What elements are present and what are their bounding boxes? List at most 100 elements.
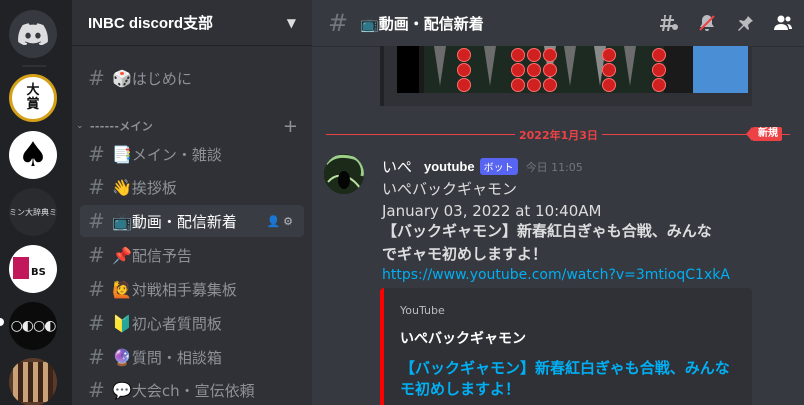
author-source[interactable]: youtube	[424, 159, 475, 174]
board-point	[624, 46, 636, 86]
channel-label: はじめに	[131, 69, 192, 88]
channel-opponent-recruit[interactable]: # 🙋 対戦相手募集板	[80, 273, 304, 305]
discord-logo-icon	[18, 23, 48, 45]
checker	[457, 78, 471, 92]
hash-icon: #	[88, 311, 105, 335]
hash-icon: #	[88, 243, 105, 267]
checker	[511, 63, 525, 77]
channel-emoji: 🎲	[112, 68, 132, 88]
category-main[interactable]: ⌄ ------メイン +	[72, 116, 312, 137]
unread-indicator	[0, 318, 4, 326]
channel-tournament[interactable]: # 💬 大会ch・宣伝依頼	[80, 374, 304, 405]
bot-tag: ボット	[479, 158, 518, 175]
board-edge	[397, 46, 419, 93]
message-line: いぺバックギャモン	[382, 180, 518, 198]
checker	[652, 48, 666, 62]
home-button[interactable]	[9, 10, 57, 58]
embed-title[interactable]: 【バックギャモン】新春紅白ぎゃも合戦、みんなモ初めしますよ！	[400, 358, 740, 400]
channel-emoji: 🔮	[112, 347, 132, 367]
server-dots[interactable]: ○◐○◐	[9, 302, 57, 350]
checker	[527, 48, 541, 62]
avatar[interactable]	[324, 154, 364, 194]
channel-beginner-questions[interactable]: # 🔰 初心者質問板	[80, 307, 304, 339]
message-link[interactable]: https://www.youtube.com/watch?v=3mtioqC1…	[382, 267, 730, 283]
notification-muted-icon[interactable]	[696, 12, 718, 34]
checker	[543, 78, 557, 92]
channel-hajimeni[interactable]: # 🎲 はじめに	[80, 62, 304, 94]
channel-questions-box[interactable]: # 🔮 質問・相談箱	[80, 341, 304, 373]
checker	[602, 63, 616, 77]
server-label: 大 賞	[26, 83, 40, 112]
checker	[602, 48, 616, 62]
channel-label: 初心者質問板	[131, 314, 222, 333]
message-line: でギャモ初めしますよ！	[382, 245, 548, 263]
add-channel-icon[interactable]: +	[283, 116, 298, 137]
avatar-image	[324, 154, 364, 194]
channel-label: 大会ch・宣伝依頼	[131, 381, 255, 400]
channel-emoji: 👋	[112, 177, 132, 197]
hash-icon: #	[88, 175, 105, 199]
checker	[527, 63, 541, 77]
hash-icon: #	[88, 66, 105, 90]
dots-logo-icon: ○◐○◐	[10, 318, 57, 334]
channel-emoji: 🔰	[112, 313, 132, 333]
channel-label: 対戦相手募集板	[131, 280, 237, 299]
previous-embed-thumbnail[interactable]	[397, 46, 748, 93]
board-point	[564, 46, 576, 86]
channel-video-updates[interactable]: # 📺 動画・配信新着 👤⚙	[80, 205, 304, 237]
channel-greeting[interactable]: # 👋 挨拶板	[80, 171, 304, 203]
channel-label: 質問・相談箱	[131, 348, 222, 367]
hash-icon: #	[328, 9, 349, 37]
channel-emoji: 🙋	[112, 279, 132, 299]
board-logo-icon	[13, 362, 53, 402]
header-toolbar	[658, 12, 794, 34]
new-badge: 新規	[746, 127, 782, 141]
divider-date: 2022年1月3日	[515, 127, 602, 143]
board-point	[434, 46, 446, 86]
channel-emoji: 💬	[112, 380, 132, 400]
channel-emoji: 📺	[112, 211, 132, 231]
threads-icon[interactable]	[658, 12, 680, 34]
guild-name: INBC discord支部	[88, 15, 214, 32]
channel-label: 動画・配信新着	[131, 212, 237, 231]
embed-provider[interactable]: YouTube	[400, 304, 445, 317]
hash-icon: #	[88, 378, 105, 402]
chat-header: # 📺動画・配信新着	[312, 0, 804, 46]
checker	[527, 78, 541, 92]
server-taisho[interactable]: 大 賞	[9, 74, 57, 122]
checker	[543, 63, 557, 77]
discord-app: 大 賞 ♠ ミン大辞典ミ BS ○◐○◐ INBC discord支部 ▼ # …	[0, 0, 804, 405]
invite-settings-icon[interactable]: 👤⚙	[266, 215, 296, 228]
server-bs[interactable]: BS	[9, 245, 57, 293]
youtube-embed: YouTube いぺバックギャモン 【バックギャモン】新春紅白ぎゃも合戦、みんな…	[380, 288, 752, 405]
server-board[interactable]	[9, 358, 57, 405]
pin-icon[interactable]	[734, 12, 756, 34]
checker	[543, 48, 557, 62]
spade-icon: ♠	[17, 135, 49, 175]
channel-stream-notice[interactable]: # 📌 配信予告	[80, 239, 304, 271]
channel-main-chat[interactable]: # 📑 メイン・雑談	[80, 138, 304, 170]
checker	[652, 63, 666, 77]
embed-author[interactable]: いぺバックギャモン	[400, 328, 526, 348]
checker	[457, 48, 471, 62]
server-rail: 大 賞 ♠ ミン大辞典ミ BS ○◐○◐	[0, 0, 72, 405]
rail-separator	[22, 65, 46, 67]
server-spade[interactable]: ♠	[9, 131, 57, 179]
hash-icon: #	[88, 277, 105, 301]
channel-title: 📺動画・配信新着	[360, 14, 484, 33]
board-side-panel	[693, 46, 748, 93]
message-line: January 03, 2022 at 10:40AM	[382, 202, 602, 220]
chevron-down-icon: ▼	[286, 15, 296, 30]
hash-icon: #	[88, 209, 105, 233]
channel-label: 挨拶板	[131, 178, 177, 197]
backgammon-board	[424, 46, 666, 93]
channel-sidebar: INBC discord支部 ▼ # 🎲 はじめに ⌄ ------メイン + …	[72, 0, 312, 405]
author-name[interactable]: いぺ	[382, 156, 412, 177]
checker	[602, 78, 616, 92]
member-list-icon[interactable]	[772, 12, 794, 34]
message-line: 【バックギャモン】新春紅白ぎゃも合戦、みんな	[382, 222, 712, 240]
server-label: BS	[31, 267, 46, 278]
guild-header[interactable]: INBC discord支部 ▼	[72, 0, 312, 46]
bs-logo-icon	[13, 257, 29, 279]
server-dictionary[interactable]: ミン大辞典ミ	[9, 188, 57, 236]
